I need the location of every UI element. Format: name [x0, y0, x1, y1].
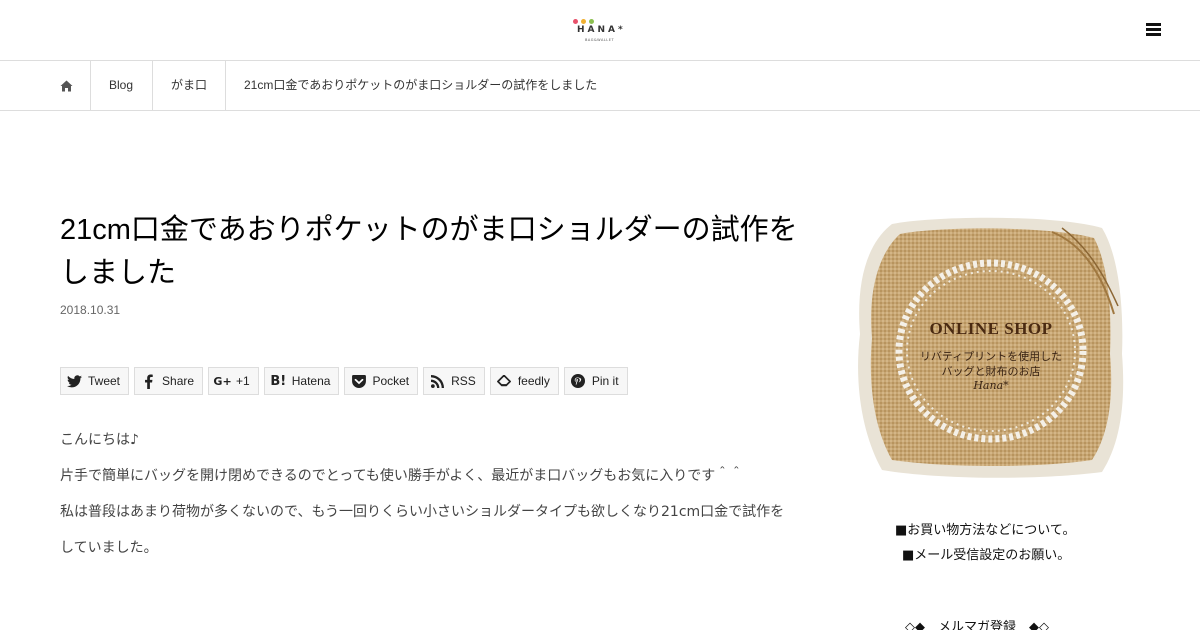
home-icon[interactable] — [60, 80, 73, 92]
breadcrumb-item-blog[interactable]: Blog — [109, 61, 133, 110]
rss-label: RSS — [451, 374, 476, 388]
plus-one-label: +1 — [236, 374, 250, 388]
tweet-button[interactable]: Tweet — [60, 367, 130, 395]
pinterest-button[interactable]: Pin it — [563, 367, 628, 395]
article-paragraph: こんにちは♪ — [60, 432, 139, 448]
share-label: Share — [162, 374, 195, 388]
feedly-icon — [497, 374, 512, 389]
article-date: 2018.10.31 — [60, 303, 121, 317]
logo-brand-text: HANA* — [577, 25, 626, 35]
site-header: HANA* BAG&WALLET — [0, 0, 1200, 61]
article-title: 21cm口金であおりポケットのがま口ショルダーの試作をしました — [60, 214, 798, 289]
pinterest-icon — [571, 374, 586, 389]
logo-sub-text: BAG&WALLET — [585, 38, 615, 42]
facebook-share-button[interactable]: Share — [134, 367, 204, 395]
mail-settings-link[interactable]: ■メール受信設定のお願い。 — [902, 544, 1070, 563]
hamburger-menu-icon[interactable] — [1146, 23, 1165, 40]
google-plus-icon: G+ — [213, 374, 232, 388]
logo-dot-red — [573, 19, 578, 24]
facebook-icon — [141, 373, 156, 389]
online-shop-banner[interactable]: ONLINE SHOP リバティプリントを使用した バッグと財布のお店 Hana… — [852, 214, 1130, 482]
breadcrumb-divider — [225, 61, 226, 110]
hatena-icon: B! — [270, 373, 287, 389]
logo-dot-green — [589, 19, 594, 24]
online-shop-tagline-1: リバティプリントを使用した — [919, 350, 1063, 363]
online-shop-brand: Hana* — [973, 379, 1009, 392]
pin-it-label: Pin it — [591, 374, 619, 388]
hatena-label: Hatena — [291, 374, 331, 388]
article-paragraph: 私は普段はあまり荷物が多くないので、もう一回りくらい小さいショルダータイプも欲し… — [60, 504, 785, 556]
twitter-icon — [67, 374, 82, 389]
rss-icon — [430, 374, 445, 389]
article-paragraph: 片手で簡単にバッグを開け閉めできるのでとっても使い勝手がよく、最近がま口バッグも… — [60, 468, 744, 484]
feedly-button[interactable]: feedly — [489, 367, 559, 395]
logo-dot-yellow — [581, 19, 586, 24]
breadcrumb-item-current: 21cm口金であおりポケットのがま口ショルダーの試作をしました — [244, 78, 598, 92]
site-logo[interactable]: HANA* BAG&WALLET — [572, 18, 628, 44]
pocket-button[interactable]: Pocket — [344, 367, 419, 395]
tweet-label: Tweet — [88, 374, 121, 388]
shopping-guide-link[interactable]: ■お買い物方法などについて。 — [895, 519, 1076, 538]
share-buttons: Tweet Share G+ +1 B! Hatena Pocket RSS f… — [60, 367, 628, 395]
breadcrumb: Blog がま口 21cm口金であおりポケットのがま口ショルダーの試作をしました — [0, 61, 1200, 111]
breadcrumb-divider — [90, 61, 91, 110]
pocket-icon — [351, 374, 366, 389]
hatena-button[interactable]: B! Hatena — [263, 367, 340, 395]
google-plus-button[interactable]: G+ +1 — [208, 367, 259, 395]
online-shop-title: ONLINE SHOP — [929, 319, 1053, 338]
breadcrumb-item-category[interactable]: がま口 — [171, 61, 207, 110]
logo-dots — [573, 19, 594, 24]
online-shop-tagline-2: バッグと財布のお店 — [941, 365, 1041, 378]
pocket-label: Pocket — [372, 374, 410, 388]
mail-magazine-heading: ◇◆ メルマガ登録 ◆◇ — [905, 620, 1049, 630]
rss-button[interactable]: RSS — [423, 367, 485, 395]
feedly-label: feedly — [517, 374, 550, 388]
breadcrumb-divider — [152, 61, 153, 110]
article-body: こんにちは♪ 片手で簡単にバッグを開け閉めできるのでとっても使い勝手がよく、最近… — [60, 422, 795, 566]
